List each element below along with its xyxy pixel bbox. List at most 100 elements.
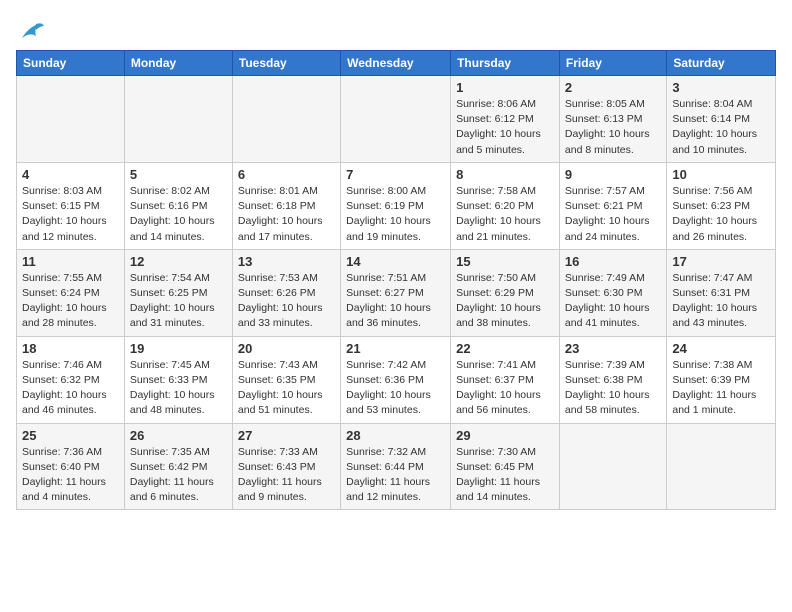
day-number: 22 [456,341,554,356]
day-number: 16 [565,254,661,269]
day-info: Sunrise: 8:06 AM Sunset: 6:12 PM Dayligh… [456,97,554,158]
day-info: Sunrise: 8:05 AM Sunset: 6:13 PM Dayligh… [565,97,661,158]
day-number: 7 [346,167,445,182]
week-row-2: 4 Sunrise: 8:03 AM Sunset: 6:15 PM Daylig… [17,162,776,249]
day-cell: 9Sunrise: 7:57 AM Sunset: 6:21 PM Daylig… [559,162,666,249]
day-cell [667,423,776,510]
day-cell: 2 Sunrise: 8:05 AM Sunset: 6:13 PM Daylig… [559,76,666,163]
day-number: 18 [22,341,119,356]
day-info: Sunrise: 7:49 AM Sunset: 6:30 PM Dayligh… [565,271,661,332]
day-number: 25 [22,428,119,443]
day-info: Sunrise: 8:03 AM Sunset: 6:15 PM Dayligh… [22,184,119,245]
day-info: Sunrise: 7:56 AM Sunset: 6:23 PM Dayligh… [672,184,770,245]
day-number: 15 [456,254,554,269]
day-cell: 6 Sunrise: 8:01 AM Sunset: 6:18 PM Daylig… [232,162,340,249]
day-cell: 17Sunrise: 7:47 AM Sunset: 6:31 PM Dayli… [667,249,776,336]
day-number: 6 [238,167,335,182]
day-info: Sunrise: 7:55 AM Sunset: 6:24 PM Dayligh… [22,271,119,332]
day-cell: 3 Sunrise: 8:04 AM Sunset: 6:14 PM Daylig… [667,76,776,163]
header-cell-tuesday: Tuesday [232,51,340,76]
day-info: Sunrise: 7:46 AM Sunset: 6:32 PM Dayligh… [22,358,119,419]
day-number: 1 [456,80,554,95]
day-cell: 25 Sunrise: 7:36 AM Sunset: 6:40 PM Dayli… [17,423,125,510]
day-cell: 15 Sunrise: 7:50 AM Sunset: 6:29 PM Dayli… [451,249,560,336]
day-number: 12 [130,254,227,269]
day-number: 29 [456,428,554,443]
day-number: 5 [130,167,227,182]
day-cell: 1 Sunrise: 8:06 AM Sunset: 6:12 PM Daylig… [451,76,560,163]
day-number: 8 [456,167,554,182]
day-cell: 28Sunrise: 7:32 AM Sunset: 6:44 PM Dayli… [341,423,451,510]
day-number: 24 [672,341,770,356]
header-cell-sunday: Sunday [17,51,125,76]
day-info: Sunrise: 7:38 AM Sunset: 6:39 PM Dayligh… [672,358,770,419]
day-cell: 22 Sunrise: 7:41 AM Sunset: 6:37 PM Dayli… [451,336,560,423]
day-info: Sunrise: 7:41 AM Sunset: 6:37 PM Dayligh… [456,358,554,419]
day-info: Sunrise: 8:01 AM Sunset: 6:18 PM Dayligh… [238,184,335,245]
day-cell: 16 Sunrise: 7:49 AM Sunset: 6:30 PM Dayli… [559,249,666,336]
day-cell: 7Sunrise: 8:00 AM Sunset: 6:19 PM Daylig… [341,162,451,249]
day-cell [341,76,451,163]
day-number: 3 [672,80,770,95]
day-number: 13 [238,254,335,269]
header-cell-monday: Monday [124,51,232,76]
day-cell [232,76,340,163]
day-info: Sunrise: 7:43 AM Sunset: 6:35 PM Dayligh… [238,358,335,419]
day-info: Sunrise: 7:39 AM Sunset: 6:38 PM Dayligh… [565,358,661,419]
day-number: 21 [346,341,445,356]
day-cell: 21 Sunrise: 7:42 AM Sunset: 6:36 PM Dayli… [341,336,451,423]
header-row: SundayMondayTuesdayWednesdayThursdayFrid… [17,51,776,76]
day-number: 23 [565,341,661,356]
day-cell: 26 Sunrise: 7:35 AM Sunset: 6:42 PM Dayli… [124,423,232,510]
day-number: 17 [672,254,770,269]
day-cell [17,76,125,163]
day-number: 10 [672,167,770,182]
day-cell [124,76,232,163]
day-info: Sunrise: 7:50 AM Sunset: 6:29 PM Dayligh… [456,271,554,332]
day-cell: 10 Sunrise: 7:56 AM Sunset: 6:23 PM Dayli… [667,162,776,249]
day-info: Sunrise: 7:54 AM Sunset: 6:25 PM Dayligh… [130,271,227,332]
day-info: Sunrise: 7:36 AM Sunset: 6:40 PM Dayligh… [22,445,119,506]
day-cell: 14 Sunrise: 7:51 AM Sunset: 6:27 PM Dayli… [341,249,451,336]
calendar-table: SundayMondayTuesdayWednesdayThursdayFrid… [16,50,776,510]
week-row-1: 1 Sunrise: 8:06 AM Sunset: 6:12 PM Daylig… [17,76,776,163]
day-number: 4 [22,167,119,182]
day-info: Sunrise: 7:35 AM Sunset: 6:42 PM Dayligh… [130,445,227,506]
day-number: 14 [346,254,445,269]
day-cell: 20 Sunrise: 7:43 AM Sunset: 6:35 PM Dayli… [232,336,340,423]
header-cell-thursday: Thursday [451,51,560,76]
day-number: 28 [346,428,445,443]
day-info: Sunrise: 7:45 AM Sunset: 6:33 PM Dayligh… [130,358,227,419]
page-header [16,16,776,44]
day-cell: 24 Sunrise: 7:38 AM Sunset: 6:39 PM Dayli… [667,336,776,423]
day-cell: 19 Sunrise: 7:45 AM Sunset: 6:33 PM Dayli… [124,336,232,423]
day-cell: 12 Sunrise: 7:54 AM Sunset: 6:25 PM Dayli… [124,249,232,336]
day-number: 20 [238,341,335,356]
day-cell: 13Sunrise: 7:53 AM Sunset: 6:26 PM Dayli… [232,249,340,336]
day-info: Sunrise: 7:42 AM Sunset: 6:36 PM Dayligh… [346,358,445,419]
day-info: Sunrise: 8:04 AM Sunset: 6:14 PM Dayligh… [672,97,770,158]
day-number: 19 [130,341,227,356]
day-info: Sunrise: 7:30 AM Sunset: 6:45 PM Dayligh… [456,445,554,506]
logo-bird-icon [18,20,46,44]
day-cell: 5 Sunrise: 8:02 AM Sunset: 6:16 PM Daylig… [124,162,232,249]
header-cell-wednesday: Wednesday [341,51,451,76]
day-cell: 8 Sunrise: 7:58 AM Sunset: 6:20 PM Daylig… [451,162,560,249]
day-info: Sunrise: 8:02 AM Sunset: 6:16 PM Dayligh… [130,184,227,245]
day-cell: 29 Sunrise: 7:30 AM Sunset: 6:45 PM Dayli… [451,423,560,510]
day-info: Sunrise: 7:51 AM Sunset: 6:27 PM Dayligh… [346,271,445,332]
header-cell-saturday: Saturday [667,51,776,76]
day-number: 2 [565,80,661,95]
day-info: Sunrise: 7:58 AM Sunset: 6:20 PM Dayligh… [456,184,554,245]
day-cell: 18 Sunrise: 7:46 AM Sunset: 6:32 PM Dayli… [17,336,125,423]
day-number: 26 [130,428,227,443]
day-cell: 27Sunrise: 7:33 AM Sunset: 6:43 PM Dayli… [232,423,340,510]
day-info: Sunrise: 7:57 AM Sunset: 6:21 PM Dayligh… [565,184,661,245]
week-row-5: 25 Sunrise: 7:36 AM Sunset: 6:40 PM Dayli… [17,423,776,510]
header-cell-friday: Friday [559,51,666,76]
logo [16,20,46,44]
week-row-3: 11 Sunrise: 7:55 AM Sunset: 6:24 PM Dayli… [17,249,776,336]
day-number: 11 [22,254,119,269]
day-cell: 23 Sunrise: 7:39 AM Sunset: 6:38 PM Dayli… [559,336,666,423]
day-number: 27 [238,428,335,443]
